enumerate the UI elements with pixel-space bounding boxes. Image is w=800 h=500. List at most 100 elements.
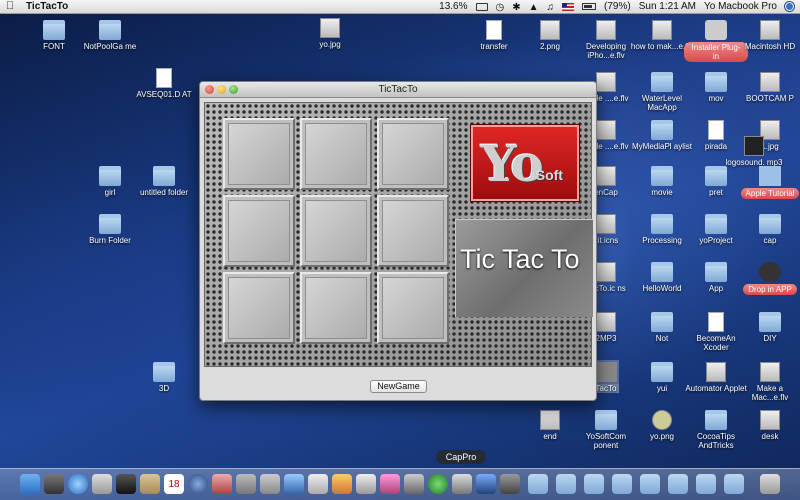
app-menu[interactable]: TicTacTo bbox=[26, 1, 68, 12]
image-file-icon bbox=[652, 410, 672, 430]
desktop-icon-yo-jpg[interactable]: yo.jpg bbox=[298, 18, 362, 49]
interface-builder-icon[interactable] bbox=[308, 474, 328, 494]
desktop-icon-font[interactable]: FONT bbox=[22, 20, 86, 51]
stack-folder-icon[interactable] bbox=[696, 474, 716, 494]
minimize-button[interactable] bbox=[217, 85, 226, 94]
cappro-icon[interactable] bbox=[452, 474, 472, 494]
board-cell-2[interactable] bbox=[300, 118, 372, 190]
script-menu-icon[interactable] bbox=[475, 2, 488, 11]
folder-icon bbox=[651, 362, 673, 382]
zoom-button[interactable] bbox=[229, 85, 238, 94]
board-cell-1[interactable] bbox=[223, 118, 295, 190]
logo-letters: Yo bbox=[481, 133, 544, 193]
board-cell-3[interactable] bbox=[377, 118, 449, 190]
board-cell-6[interactable] bbox=[377, 195, 449, 267]
desktop-icon-burn-folder[interactable]: Burn Folder bbox=[78, 214, 142, 245]
desktop-icon-transfer[interactable]: transfer bbox=[462, 20, 526, 51]
spotlight-search-icon[interactable] bbox=[785, 2, 794, 11]
image-file-icon bbox=[540, 20, 560, 40]
stack-folder-icon[interactable] bbox=[724, 474, 744, 494]
folder-icon bbox=[153, 166, 175, 186]
app-store-icon[interactable] bbox=[260, 474, 280, 494]
desktop-icon-apple-tutorial[interactable]: Apple Tutorial bbox=[738, 166, 800, 199]
app-icon[interactable] bbox=[500, 474, 520, 494]
desktop-icon-logosound[interactable]: logosound. mp3 bbox=[722, 136, 786, 167]
window-titlebar[interactable]: TicTacTo bbox=[200, 82, 596, 98]
yosoft-logo: Yo Soft bbox=[471, 125, 579, 201]
folder-icon bbox=[759, 166, 781, 186]
photo-booth-icon[interactable] bbox=[212, 474, 232, 494]
stack-folder-icon[interactable] bbox=[528, 474, 548, 494]
app-icon bbox=[759, 262, 781, 282]
document-icon bbox=[156, 68, 172, 88]
desktop-icon-macintosh-hd[interactable]: Macintosh HD bbox=[738, 20, 800, 51]
app-icon bbox=[596, 166, 616, 186]
desktop-icon-yosoftcomponent[interactable]: YoSoftCom ponent bbox=[574, 410, 638, 450]
board-cell-9[interactable] bbox=[377, 272, 449, 344]
stack-folder-icon[interactable] bbox=[640, 474, 660, 494]
system-preferences-icon[interactable] bbox=[116, 474, 136, 494]
desktop-icon-bootcamp[interactable]: BOOTCAM P bbox=[738, 72, 800, 103]
user-menu[interactable]: Yo Macbook Pro bbox=[704, 1, 777, 12]
dock-tooltip: CapPro bbox=[436, 450, 486, 464]
trash-icon[interactable] bbox=[760, 474, 780, 494]
automator-icon bbox=[706, 362, 726, 382]
new-game-button[interactable]: NewGame bbox=[370, 380, 427, 393]
board-cell-7[interactable] bbox=[223, 272, 295, 344]
cpu-percent[interactable]: 13.6% bbox=[439, 1, 467, 12]
board-cell-5[interactable] bbox=[300, 195, 372, 267]
stack-folder-icon[interactable] bbox=[556, 474, 576, 494]
folder-icon bbox=[99, 166, 121, 186]
desktop-icon-cap[interactable]: cap bbox=[738, 214, 800, 245]
preview-icon[interactable] bbox=[236, 474, 256, 494]
hard-drive-icon bbox=[760, 72, 780, 92]
desktop-icon-untitled-folder[interactable]: untitled folder bbox=[132, 166, 196, 197]
stack-folder-icon[interactable] bbox=[584, 474, 604, 494]
battery-icon[interactable] bbox=[582, 3, 597, 10]
video-file-icon bbox=[596, 72, 616, 92]
media-app-icon[interactable] bbox=[380, 474, 400, 494]
desktop-icon-makeamac[interactable]: Make a Mac...e.flv bbox=[738, 362, 800, 402]
utility-app-icon[interactable] bbox=[332, 474, 352, 494]
downloads-stack-icon[interactable] bbox=[668, 474, 688, 494]
safari-icon[interactable] bbox=[68, 474, 88, 494]
mail-icon[interactable] bbox=[92, 474, 112, 494]
finder-icon[interactable] bbox=[20, 474, 40, 494]
desktop-icon-drop-in-app[interactable]: Drop in APP bbox=[738, 262, 800, 295]
xcode-icon[interactable] bbox=[284, 474, 304, 494]
desktop-icon-notpoolgame[interactable]: NotPoolGa me bbox=[78, 20, 142, 51]
document-icon bbox=[486, 20, 502, 40]
close-button[interactable] bbox=[205, 85, 214, 94]
volume-icon[interactable]: ♫ bbox=[547, 2, 555, 13]
utorrent-icon[interactable] bbox=[428, 474, 448, 494]
board-cell-4[interactable] bbox=[223, 195, 295, 267]
ical-icon[interactable]: 18 bbox=[164, 474, 184, 494]
time-machine-icon[interactable]: ◷ bbox=[496, 2, 505, 13]
address-book-icon[interactable] bbox=[140, 474, 160, 494]
bluetooth-icon[interactable]: ✱ bbox=[512, 2, 520, 13]
tictacto-window: TicTacTo Yo Soft Tic Tac To NewGame bbox=[199, 81, 597, 401]
board-cell-8[interactable] bbox=[300, 272, 372, 344]
app-icon[interactable] bbox=[476, 474, 496, 494]
banner-text: Tic Tac To bbox=[460, 244, 580, 274]
terminal-icon[interactable] bbox=[404, 474, 424, 494]
desktop-icon-3d[interactable]: 3D bbox=[132, 362, 196, 393]
input-source-flag-icon[interactable] bbox=[562, 2, 575, 11]
clock[interactable]: Sun 1:21 AM bbox=[639, 1, 696, 12]
wifi-icon[interactable]: ▲ bbox=[529, 2, 539, 13]
desktop-icon-2-png[interactable]: 2.png bbox=[518, 20, 582, 51]
folder-icon bbox=[99, 20, 121, 40]
textedit-icon[interactable] bbox=[356, 474, 376, 494]
desktop-icon-end[interactable]: end bbox=[518, 410, 582, 441]
desktop-icon-desk[interactable]: desk bbox=[738, 410, 800, 441]
dashboard-icon[interactable] bbox=[44, 474, 64, 494]
desktop-icon-avseq[interactable]: AVSEQ01.D AT bbox=[132, 68, 196, 99]
battery-percent[interactable]: (79%) bbox=[604, 1, 631, 12]
title-banner: Tic Tac To bbox=[455, 219, 593, 317]
stack-folder-icon[interactable] bbox=[612, 474, 632, 494]
apple-menu-icon[interactable]:  bbox=[6, 1, 16, 12]
itunes-icon[interactable] bbox=[188, 474, 208, 494]
folder-icon bbox=[759, 312, 781, 332]
desktop-icon-diy[interactable]: DIY bbox=[738, 312, 800, 343]
desktop-icon-developing[interactable]: Developing iPho...e.flv bbox=[574, 20, 638, 60]
